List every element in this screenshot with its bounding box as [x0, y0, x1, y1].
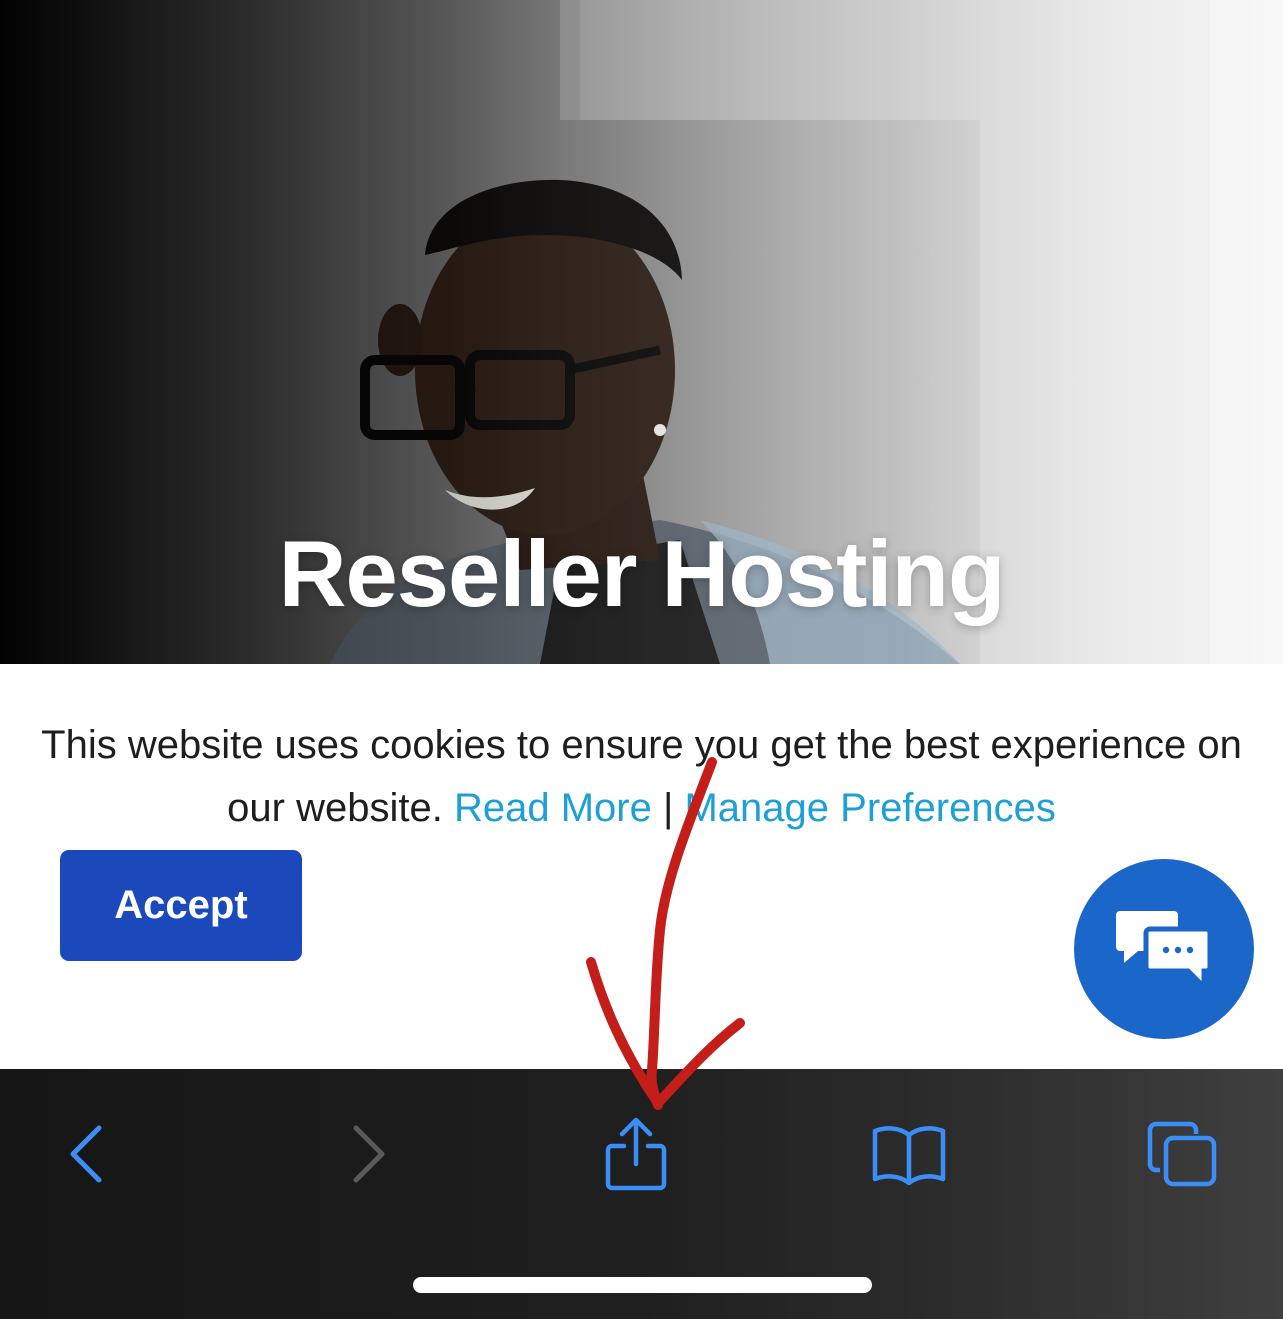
hero-banner: Reseller Hosting — [0, 0, 1283, 664]
forward-button[interactable] — [318, 1109, 418, 1199]
manage-preferences-link[interactable]: Manage Preferences — [684, 786, 1055, 830]
chevron-right-icon — [353, 1125, 385, 1183]
back-button[interactable] — [37, 1109, 137, 1199]
bookmarks-book-icon — [872, 1126, 946, 1185]
chat-bubbles-icon — [1116, 911, 1212, 991]
home-indicator — [413, 1277, 872, 1293]
cookie-message-block: This website uses cookies to ensure you … — [30, 714, 1253, 840]
share-button[interactable] — [586, 1109, 686, 1199]
tabs-icon — [1147, 1121, 1217, 1187]
share-icon — [605, 1117, 667, 1191]
browser-toolbar — [0, 1069, 1283, 1319]
chevron-left-icon — [70, 1125, 102, 1183]
page-title: Reseller Hosting — [278, 521, 1006, 626]
safari-page: Reseller Hosting This website uses cooki… — [0, 0, 1283, 1319]
chat-widget-button[interactable] — [1074, 859, 1254, 1039]
cookie-consent-banner: This website uses cookies to ensure you … — [0, 664, 1283, 1069]
read-more-link[interactable]: Read More — [454, 786, 652, 830]
accept-cookies-button[interactable]: Accept — [60, 850, 302, 961]
link-separator: | — [662, 786, 674, 830]
tabs-button[interactable] — [1132, 1109, 1232, 1199]
bookmarks-button[interactable] — [859, 1109, 959, 1199]
